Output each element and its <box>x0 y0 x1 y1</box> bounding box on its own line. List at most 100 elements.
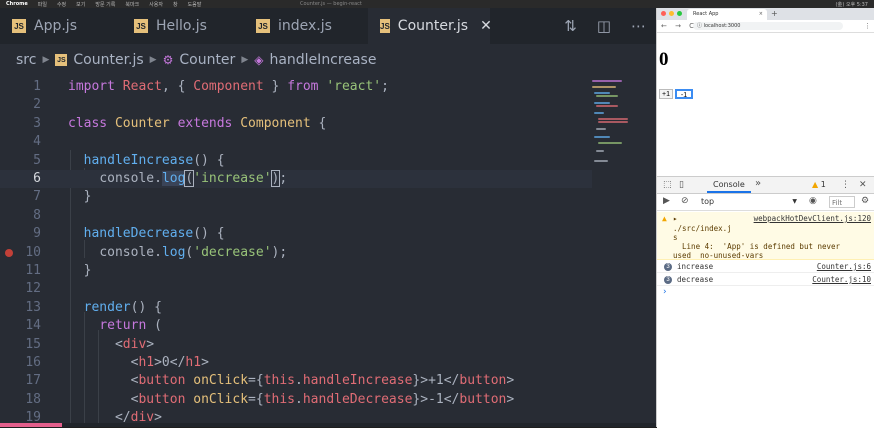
expand-arrow-icon[interactable]: ▸ <box>673 214 678 223</box>
code-text: console.log('decrease'); <box>99 244 288 260</box>
code-area[interactable]: 1 import React, { Component } from 'react… <box>0 78 656 427</box>
code-line[interactable]: 13 render() { <box>0 299 592 317</box>
code-line[interactable]: 9 handleDecrease() { <box>0 225 592 243</box>
clear-console-icon[interactable]: ⊘ <box>681 196 689 206</box>
address-bar[interactable]: ⓘ localhost:3000 <box>693 22 843 30</box>
method-symbol-icon: ◈ <box>254 53 264 67</box>
tab-hello-js[interactable]: JS Hello.js <box>122 8 242 44</box>
console-prompt[interactable]: › <box>663 287 667 297</box>
source-link[interactable]: Counter.js:6 <box>817 262 871 271</box>
close-icon[interactable]: ✕ <box>859 180 867 190</box>
menubar-item[interactable]: 창 <box>173 1 178 8</box>
minimize-window-button[interactable] <box>669 11 674 16</box>
menubar-item[interactable]: 북마크 <box>125 1 139 8</box>
inspect-element-icon[interactable]: ⬚ <box>663 180 672 190</box>
eye-icon[interactable]: ◉ <box>809 196 817 206</box>
line-number: 12 <box>25 281 41 297</box>
source-link[interactable]: webpackHotDevClient.js:120 <box>754 214 871 223</box>
code-line[interactable]: 6 console.log('increase'); <box>0 170 592 188</box>
device-toolbar-icon[interactable]: ▯ <box>679 180 684 190</box>
js-file-icon: JS <box>12 19 26 33</box>
new-tab-button[interactable]: + <box>771 8 778 20</box>
split-diff-icon[interactable]: ⇅ <box>564 17 577 35</box>
line-number: 1 <box>33 79 41 94</box>
code-line[interactable]: 4 <box>0 133 592 151</box>
more-icon[interactable]: ⋯ <box>631 17 646 35</box>
breadcrumb-class[interactable]: Counter <box>179 52 235 68</box>
tab-index-js[interactable]: JS index.js <box>244 8 366 44</box>
more-tabs-icon[interactable]: » <box>755 179 761 189</box>
tab-counter-js[interactable]: JS Counter.js ✕ <box>368 8 492 44</box>
menubar-item[interactable]: 도움말 <box>188 1 202 8</box>
horizontal-scrollbar[interactable] <box>0 423 656 427</box>
decrement-button[interactable]: -1 <box>675 89 693 99</box>
warning-line: s <box>673 233 678 242</box>
line-number: 14 <box>25 318 41 334</box>
line-number: 10 <box>25 244 41 260</box>
menubar-item[interactable]: 파일 <box>38 1 47 8</box>
close-icon[interactable]: ✕ <box>480 18 492 34</box>
gear-icon[interactable]: ⚙ <box>861 196 869 206</box>
code-line[interactable]: 2 <box>0 96 592 114</box>
line-number: 8 <box>33 207 41 223</box>
split-editor-icon[interactable]: ◫ <box>597 17 611 35</box>
breadcrumb-file[interactable]: Counter.js <box>73 52 143 68</box>
code-text: render() { <box>83 299 162 315</box>
scrollbar-thumb[interactable] <box>0 423 62 427</box>
sidebar-toggle-icon[interactable]: ▶ <box>663 196 670 206</box>
nav-buttons[interactable]: ← → C <box>661 20 697 32</box>
increment-button[interactable]: +1 <box>659 89 673 99</box>
kebab-menu-icon[interactable]: ⋮ <box>841 180 850 190</box>
code-line[interactable]: 18 <button onClick={this.handleDecrease}… <box>0 391 592 409</box>
close-window-button[interactable] <box>661 11 666 16</box>
code-line[interactable]: 8 <box>0 207 592 225</box>
code-line[interactable]: 10 console.log('decrease'); <box>0 244 592 262</box>
line-number: 15 <box>25 336 41 352</box>
maximize-window-button[interactable] <box>677 11 682 16</box>
breadcrumb-method[interactable]: handleIncrease <box>269 52 376 68</box>
js-file-icon: JS <box>134 19 148 33</box>
tab-app-js[interactable]: JS App.js <box>0 8 120 44</box>
menubar-item[interactable]: 보기 <box>76 1 85 8</box>
line-number: 7 <box>33 189 41 205</box>
menubar-item[interactable]: 수정 <box>57 1 66 8</box>
code-line[interactable]: 17 <button onClick={this.handleIncrease}… <box>0 372 592 390</box>
tab-console[interactable]: Console <box>707 177 751 193</box>
code-text: import React, { Component } from 'react'… <box>68 79 389 94</box>
warning-counter[interactable]: ▲ 1 <box>812 177 826 193</box>
js-file-icon: JS <box>256 19 270 33</box>
source-link[interactable]: Counter.js:10 <box>812 275 871 284</box>
line-number: 9 <box>33 226 41 242</box>
code-line[interactable]: 1 import React, { Component } from 'react… <box>0 78 592 96</box>
code-line[interactable]: 14 return ( <box>0 317 592 335</box>
context-select[interactable]: top ▼ <box>701 196 799 208</box>
code-line[interactable]: 15 <div> <box>0 336 592 354</box>
code-line[interactable]: 5 handleIncrease() { <box>0 152 592 170</box>
menubar-item[interactable]: 방문 기록 <box>95 1 115 8</box>
console-log-row: 3 increase Counter.js:6 <box>657 261 874 273</box>
menubar-app-name[interactable]: Chrome <box>6 1 28 7</box>
browser-tab[interactable]: React App × <box>687 9 767 20</box>
code-line[interactable]: 11 } <box>0 262 592 280</box>
code-text: console.log('increase'); <box>99 170 288 187</box>
code-line[interactable]: 16 <h1>0</h1> <box>0 354 592 372</box>
log-text: increase <box>677 262 714 271</box>
close-icon[interactable]: × <box>759 9 763 20</box>
context-value: top <box>701 197 715 206</box>
filter-input[interactable]: Filt <box>829 196 855 208</box>
breadcrumb-folder[interactable]: src <box>16 52 36 68</box>
console-log-row: 3 decrease Counter.js:10 <box>657 274 874 286</box>
class-symbol-icon: ⚙ <box>162 53 174 67</box>
code-line[interactable]: 3 class Counter extends Component { <box>0 115 592 133</box>
code-line[interactable]: 7 } <box>0 188 592 206</box>
line-number: 5 <box>33 152 41 168</box>
tab-label: Hello.js <box>156 18 207 34</box>
code-line[interactable]: 12 <box>0 280 592 298</box>
repeat-count-badge: 3 <box>664 263 672 271</box>
browser-menu-icon[interactable]: ⋮ <box>864 20 871 32</box>
menubar-item[interactable]: 사용자 <box>149 1 163 8</box>
minimap[interactable] <box>592 78 642 188</box>
chevron-right-icon: ▶ <box>42 55 50 65</box>
line-number: 6 <box>33 171 41 186</box>
window-controls <box>661 11 682 16</box>
